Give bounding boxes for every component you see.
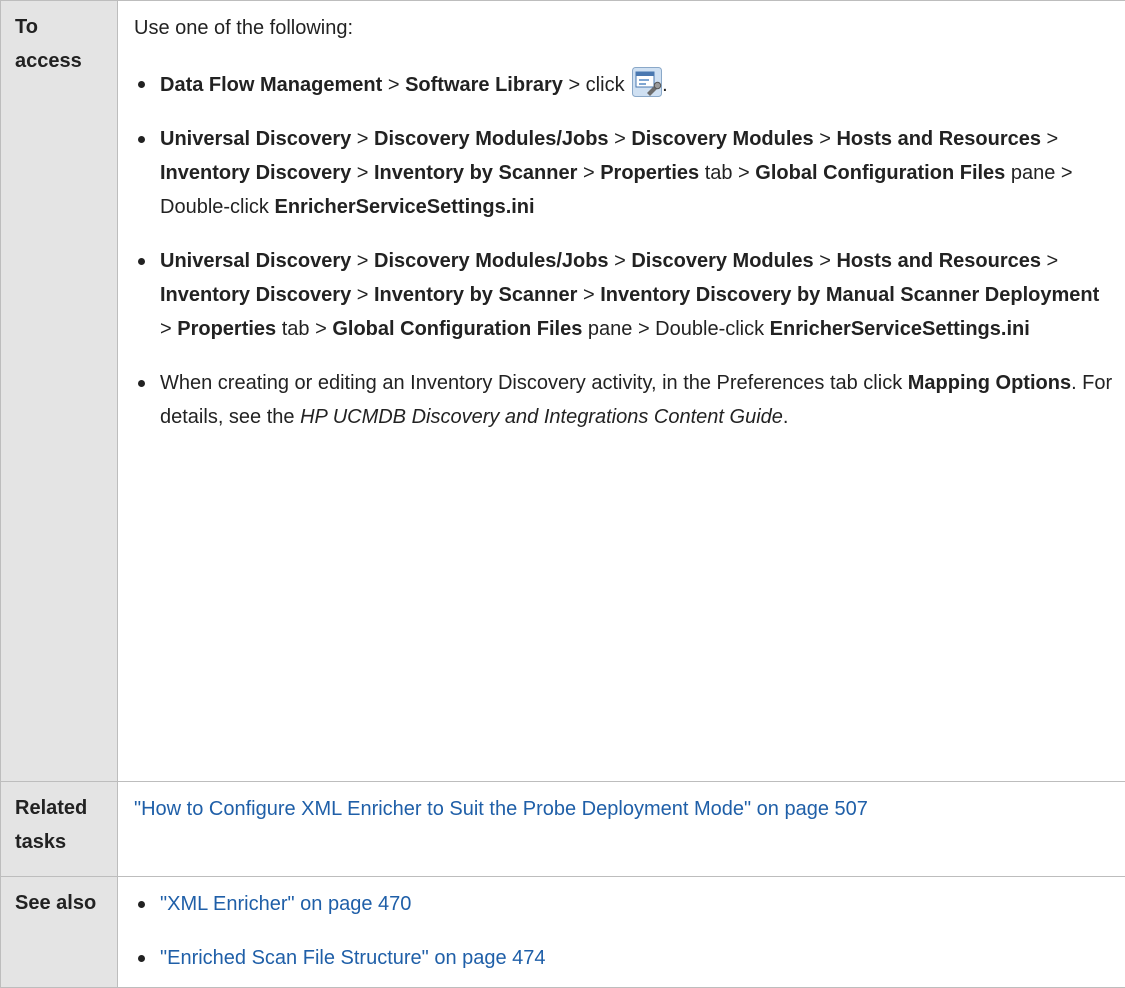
access-item-inventory-by-scanner: Universal Discovery > Discovery Modules/… <box>134 122 1113 224</box>
related-tasks-row: Related tasks "How to Configure XML Enri… <box>1 782 1125 877</box>
path-discovery-modules: Discovery Modules <box>631 128 813 150</box>
related-tasks-content: "How to Configure XML Enricher to Suit t… <box>118 782 1125 877</box>
path-manual-scanner-deployment: Inventory Discovery by Manual Scanner De… <box>600 284 1099 306</box>
separator: > click <box>563 74 630 96</box>
path-universal-discovery: Universal Discovery <box>160 250 351 272</box>
configure-xml-enricher-link[interactable]: "How to Configure XML Enricher to Suit t… <box>134 798 868 820</box>
period: . <box>662 74 668 96</box>
path-properties: Properties <box>177 318 276 340</box>
see-also-row: See also "XML Enricher" on page 470 "Enr… <box>1 877 1125 988</box>
path-discovery-modules: Discovery Modules <box>631 250 813 272</box>
path-enricher-service-settings: EnricherServiceSettings.ini <box>770 318 1030 340</box>
path-global-configuration-files: Global Configuration Files <box>332 318 582 340</box>
mapping-options-label: Mapping Options <box>908 372 1071 394</box>
intro-text: Use one of the following: <box>134 11 1113 45</box>
xml-enricher-link[interactable]: "XML Enricher" on page 470 <box>160 893 411 915</box>
separator: > <box>1041 128 1058 150</box>
see-also-label: See also <box>1 877 118 988</box>
path-inventory-by-scanner: Inventory by Scanner <box>374 284 577 306</box>
enriched-scan-file-structure-link[interactable]: "Enriched Scan File Structure" on page 4… <box>160 947 546 969</box>
to-access-row: To access Use one of the following: Data… <box>1 1 1125 782</box>
reference-table: To access Use one of the following: Data… <box>0 0 1125 988</box>
separator: > <box>351 250 374 272</box>
access-item-mapping-options: When creating or editing an Inventory Di… <box>134 366 1113 434</box>
separator: > <box>160 318 177 340</box>
path-data-flow-management: Data Flow Management <box>160 74 382 96</box>
path-discovery-modules-jobs: Discovery Modules/Jobs <box>374 250 609 272</box>
path-software-library: Software Library <box>405 74 563 96</box>
path-global-configuration-files: Global Configuration Files <box>755 162 1005 184</box>
separator: > <box>609 128 632 150</box>
path-enricher-service-settings: EnricherServiceSettings.ini <box>274 196 534 218</box>
separator: > <box>351 162 374 184</box>
separator: > <box>351 284 374 306</box>
related-tasks-label: Related tasks <box>1 782 118 877</box>
see-also-item: "XML Enricher" on page 470 <box>134 887 1113 921</box>
access-list: Data Flow Management > Software Library … <box>134 67 1113 434</box>
separator: tab > <box>699 162 755 184</box>
path-hosts-and-resources: Hosts and Resources <box>836 128 1041 150</box>
software-library-icon <box>632 67 662 97</box>
to-access-content: Use one of the following: Data Flow Mana… <box>118 1 1125 782</box>
path-properties: Properties <box>600 162 699 184</box>
path-universal-discovery: Universal Discovery <box>160 128 351 150</box>
separator: > <box>814 250 837 272</box>
separator: > <box>382 74 405 96</box>
separator: > <box>577 284 600 306</box>
separator: > <box>609 250 632 272</box>
separator: > <box>1041 250 1058 272</box>
path-discovery-modules-jobs: Discovery Modules/Jobs <box>374 128 609 150</box>
mapping-text-3: . <box>783 406 789 428</box>
separator: > <box>814 128 837 150</box>
see-also-item: "Enriched Scan File Structure" on page 4… <box>134 941 1113 975</box>
path-inventory-by-scanner: Inventory by Scanner <box>374 162 577 184</box>
see-also-content: "XML Enricher" on page 470 "Enriched Sca… <box>118 877 1125 988</box>
path-inventory-discovery: Inventory Discovery <box>160 162 351 184</box>
path-inventory-discovery: Inventory Discovery <box>160 284 351 306</box>
separator: pane > Double-click <box>582 318 769 340</box>
separator: tab > <box>276 318 332 340</box>
path-hosts-and-resources: Hosts and Resources <box>836 250 1041 272</box>
access-item-manual-scanner-deployment: Universal Discovery > Discovery Modules/… <box>134 244 1113 346</box>
see-also-list: "XML Enricher" on page 470 "Enriched Sca… <box>134 887 1113 975</box>
to-access-label: To access <box>1 1 118 782</box>
mapping-text-1: When creating or editing an Inventory Di… <box>160 372 908 394</box>
separator: > <box>351 128 374 150</box>
access-item-software-library: Data Flow Management > Software Library … <box>134 67 1113 102</box>
content-guide-title: HP UCMDB Discovery and Integrations Cont… <box>300 406 783 428</box>
separator: > <box>577 162 600 184</box>
